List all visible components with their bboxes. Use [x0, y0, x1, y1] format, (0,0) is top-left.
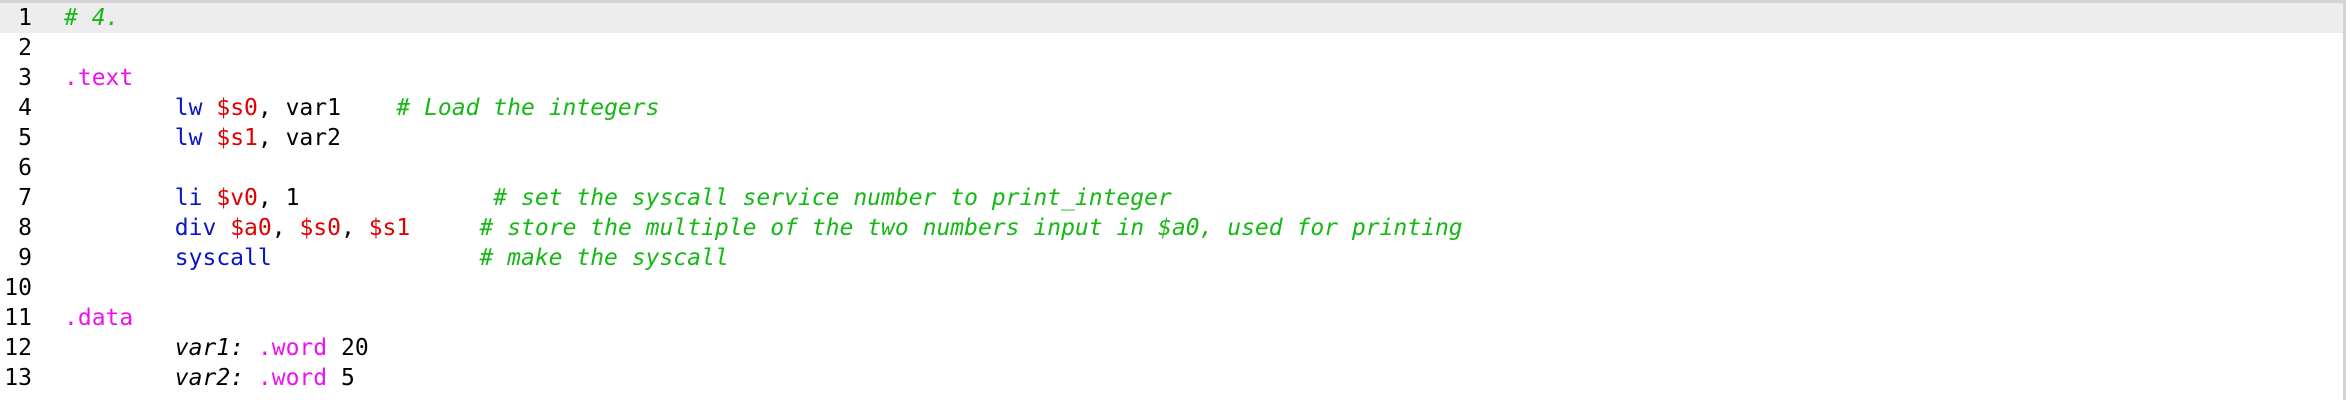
- register: $s1: [216, 125, 258, 151]
- comment: # 4.: [64, 5, 120, 31]
- line-number: 13: [4, 365, 32, 391]
- directive: .word: [257, 335, 328, 361]
- code-line[interactable]: 5 lw $s1, var2: [0, 123, 2343, 153]
- comment: # Load the integers: [396, 95, 660, 121]
- line-number: 5: [18, 125, 32, 151]
- line-number: 8: [18, 215, 32, 241]
- instruction: div: [174, 215, 217, 241]
- code-line[interactable]: 10: [0, 273, 2343, 303]
- line-content[interactable]: var2: .word 5: [64, 363, 355, 393]
- line-number: 9: [18, 245, 32, 271]
- code-area[interactable]: 1 # 4. 2 3 .text 4 lw $s0, var1 # Load t…: [0, 3, 2343, 393]
- operand: , var1: [257, 95, 397, 121]
- line-number: 12: [4, 335, 32, 361]
- line-content[interactable]: div $a0, $s0, $s1 # store the multiple o…: [64, 213, 1463, 243]
- comment: # store the multiple of the two numbers …: [479, 215, 1463, 241]
- register: $a0: [230, 215, 272, 241]
- line-content[interactable]: li $v0, 1 # set the syscall service numb…: [64, 183, 1172, 213]
- instruction: lw: [174, 125, 203, 151]
- line-number: 2: [18, 35, 32, 61]
- number-literal: 5: [341, 365, 355, 391]
- line-number: 1: [18, 5, 32, 31]
- line-number: 7: [18, 185, 32, 211]
- code-editor[interactable]: 1 # 4. 2 3 .text 4 lw $s0, var1 # Load t…: [0, 0, 2346, 400]
- code-line[interactable]: 13 var2: .word 5: [0, 363, 2343, 393]
- separator: ,: [340, 215, 369, 241]
- code-line[interactable]: 9 syscall # make the syscall: [0, 243, 2343, 273]
- code-line[interactable]: 1 # 4.: [0, 3, 2343, 33]
- line-content[interactable]: syscall # make the syscall: [64, 243, 729, 273]
- code-line[interactable]: 11 .data: [0, 303, 2343, 333]
- line-content[interactable]: var1: .word 20: [64, 333, 369, 363]
- comment: # make the syscall: [479, 245, 729, 271]
- code-line[interactable]: 7 li $v0, 1 # set the syscall service nu…: [0, 183, 2343, 213]
- line-number: 3: [18, 65, 32, 91]
- register: $s1: [368, 215, 411, 241]
- operand: , 1: [257, 185, 494, 211]
- directive: .data: [64, 305, 134, 331]
- register: $s0: [216, 95, 258, 121]
- code-line[interactable]: 8 div $a0, $s0, $s1 # store the multiple…: [0, 213, 2343, 243]
- operand: , var2: [257, 125, 341, 151]
- instruction: syscall: [174, 245, 272, 271]
- line-content[interactable]: lw $s0, var1 # Load the integers: [64, 93, 660, 123]
- line-number: 11: [4, 305, 32, 331]
- register: $v0: [216, 185, 258, 211]
- comment: # set the syscall service number to prin…: [493, 185, 1172, 211]
- directive: .word: [257, 365, 328, 391]
- instruction: li: [174, 185, 203, 211]
- line-content[interactable]: .data: [64, 303, 133, 333]
- label: var1:: [174, 335, 245, 361]
- code-line[interactable]: 3 .text: [0, 63, 2343, 93]
- line-content[interactable]: # 4.: [64, 3, 119, 33]
- label: var2:: [174, 365, 245, 391]
- instruction: lw: [174, 95, 203, 121]
- line-number: 6: [18, 155, 32, 181]
- line-content[interactable]: .text: [64, 63, 133, 93]
- line-content[interactable]: lw $s1, var2: [64, 123, 341, 153]
- code-line[interactable]: 4 lw $s0, var1 # Load the integers: [0, 93, 2343, 123]
- number-literal: 20: [341, 335, 369, 361]
- line-number: 10: [4, 275, 32, 301]
- directive: .text: [64, 65, 134, 91]
- code-line[interactable]: 12 var1: .word 20: [0, 333, 2343, 363]
- code-line[interactable]: 6: [0, 153, 2343, 183]
- register: $s0: [299, 215, 341, 241]
- code-line[interactable]: 2: [0, 33, 2343, 63]
- separator: ,: [271, 215, 300, 241]
- line-number: 4: [18, 95, 32, 121]
